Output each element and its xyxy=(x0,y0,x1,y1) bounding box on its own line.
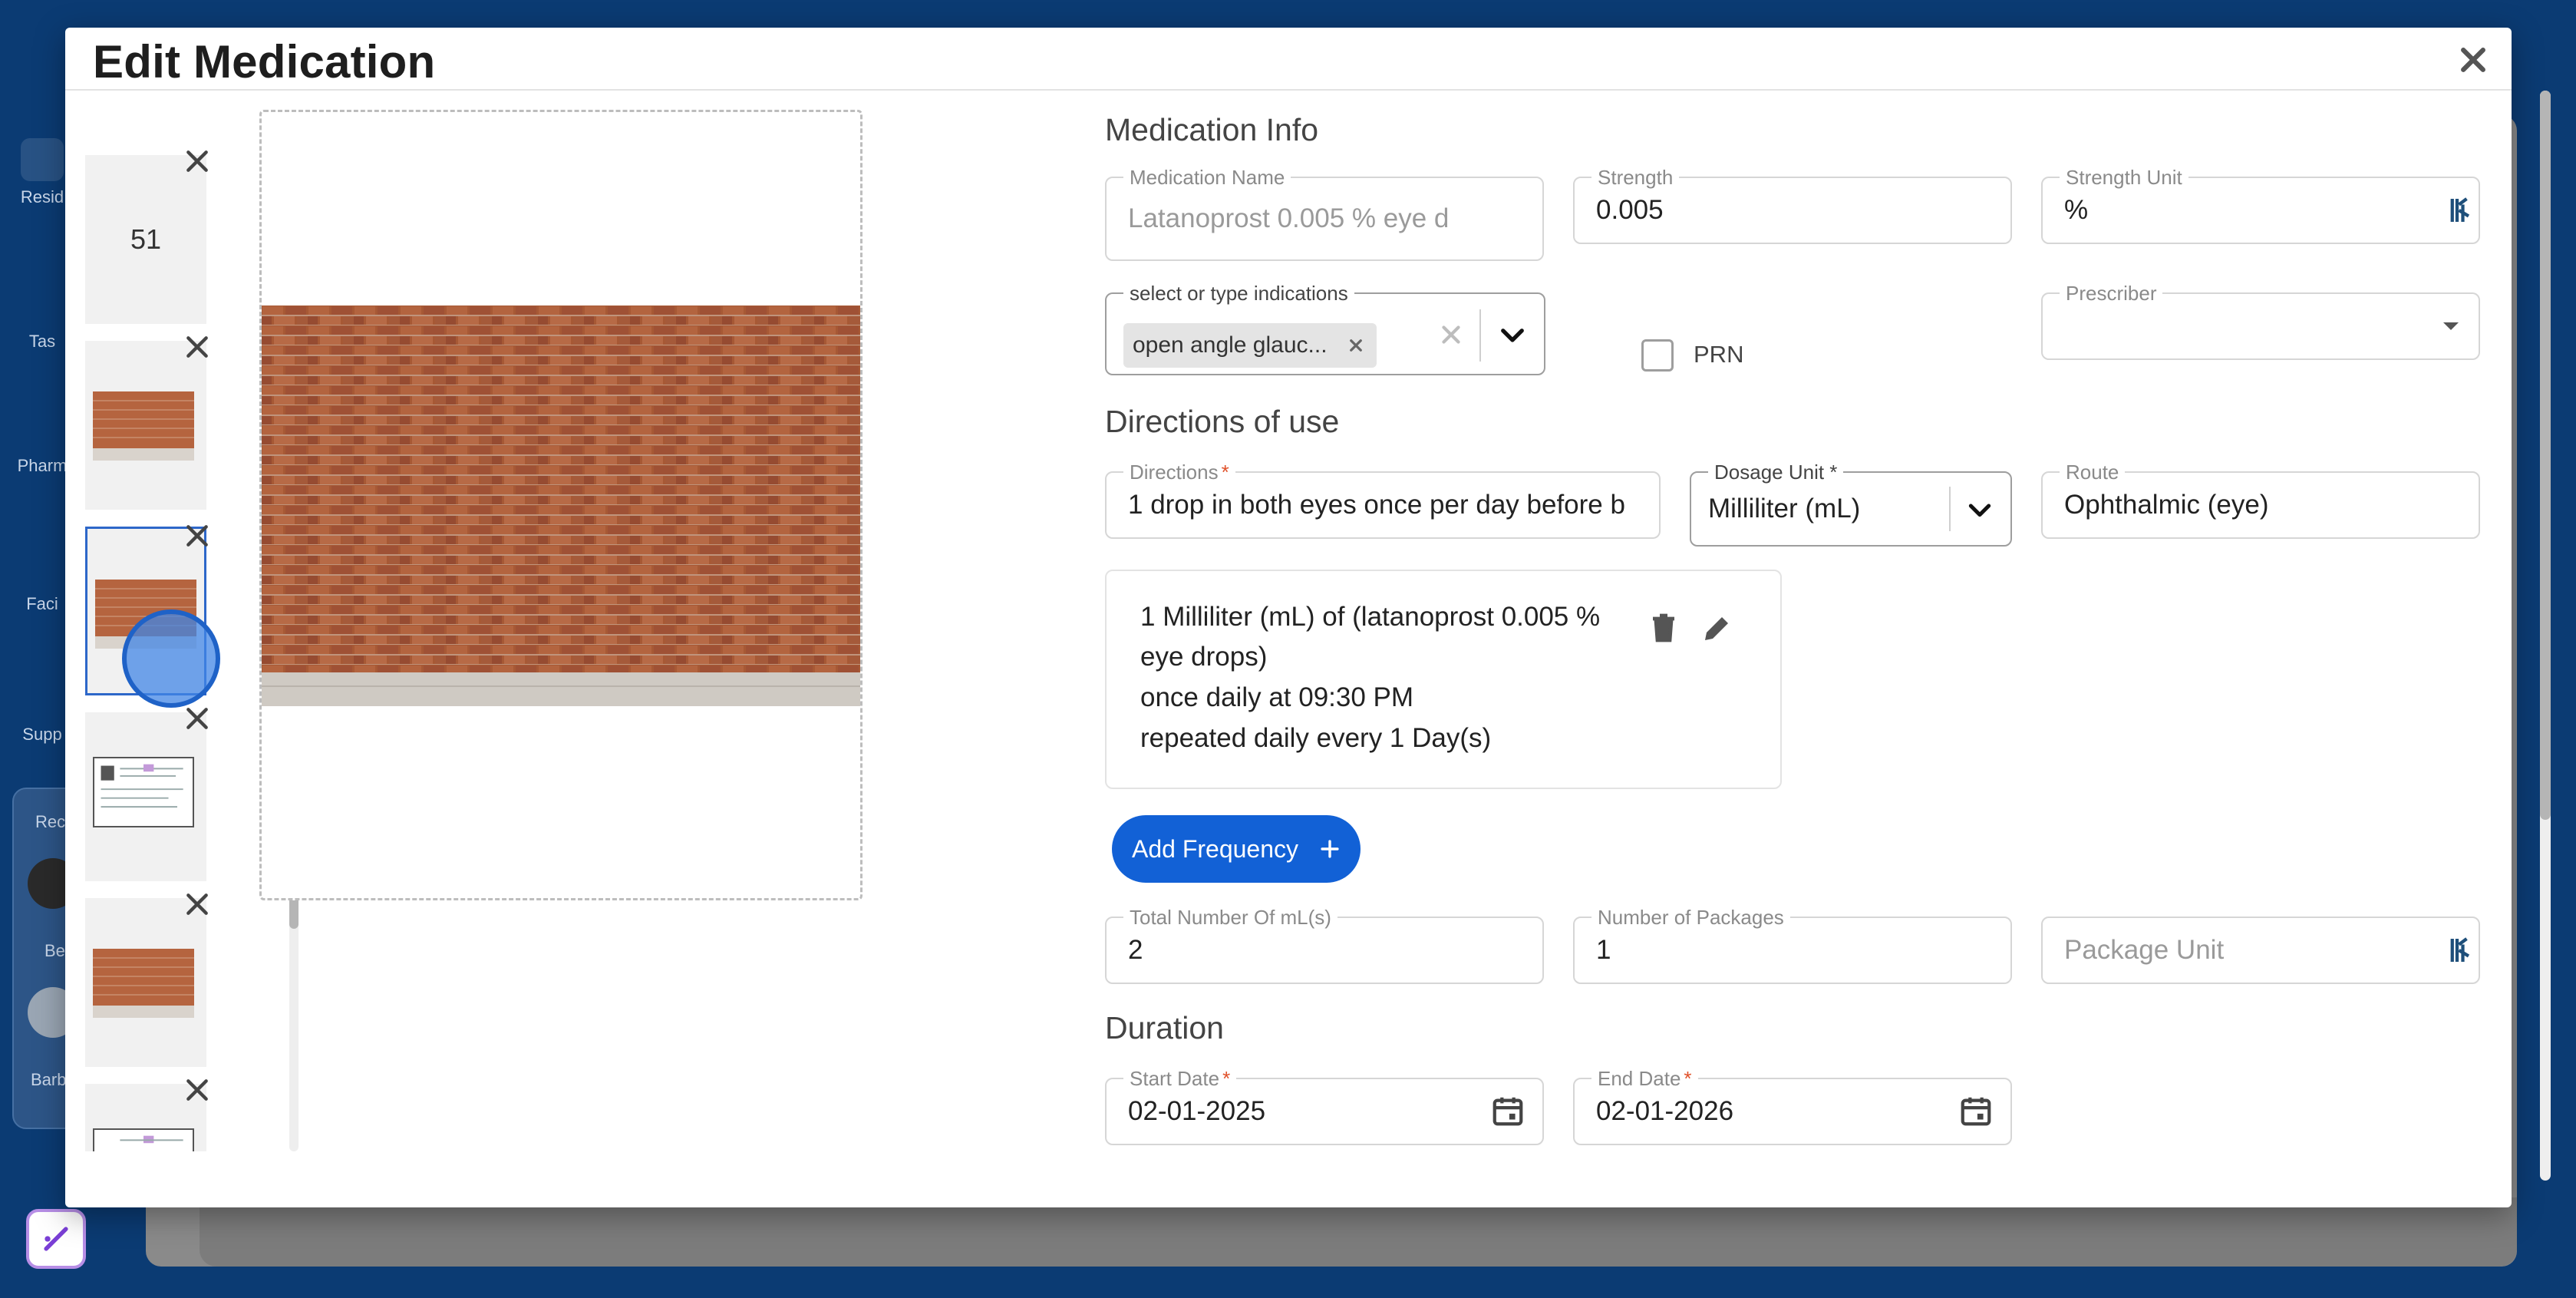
strength-field[interactable]: Strength 0.005 xyxy=(1573,166,2012,244)
calendar-icon[interactable] xyxy=(1490,1093,1525,1128)
add-frequency-button[interactable]: Add Frequency xyxy=(1112,815,1361,883)
nav-item-residents[interactable]: Resid xyxy=(15,138,69,207)
thumbnail-item[interactable] xyxy=(85,898,206,1067)
section-title-directions: Directions of use xyxy=(1105,404,1340,439)
package-unit-field[interactable]: Package Unit xyxy=(2041,917,2480,984)
dialog-header: Edit Medication xyxy=(65,28,2512,91)
barcode-icon[interactable] xyxy=(2449,195,2472,226)
prn-label: PRN xyxy=(1694,341,1744,368)
remove-thumbnail-icon[interactable] xyxy=(182,332,213,362)
section-title-medication-info: Medication Info xyxy=(1105,112,1319,147)
document-thumbnail-image xyxy=(93,1128,194,1151)
remove-thumbnail-icon[interactable] xyxy=(182,1075,213,1105)
brick-wall-thumbnail-image xyxy=(93,949,194,1018)
directions-field[interactable]: Directions * 1 drop in both eyes once per… xyxy=(1105,461,1661,539)
remove-thumbnail-icon[interactable] xyxy=(182,889,213,920)
number-of-packages-field[interactable]: Number of Packages 1 xyxy=(1573,906,2012,984)
medication-name-field[interactable]: Medication Name Latanoprost 0.005 % eye … xyxy=(1105,166,1544,261)
calendar-icon[interactable] xyxy=(1958,1093,1994,1128)
section-title-duration: Duration xyxy=(1105,1010,1224,1045)
remove-thumbnail-icon[interactable] xyxy=(182,146,213,177)
chevron-down-icon[interactable] xyxy=(1964,494,1995,525)
prescriber-select[interactable]: Prescriber xyxy=(2041,282,2480,360)
close-icon[interactable] xyxy=(2456,43,2490,77)
chip-remove-icon[interactable] xyxy=(1344,334,1367,357)
edit-medication-dialog: Edit Medication 51 Medication Info Medic… xyxy=(65,28,2551,1207)
pencil-icon[interactable] xyxy=(1699,609,1736,646)
nav-item-support[interactable]: Supp xyxy=(15,675,69,745)
gear-icon xyxy=(21,407,64,450)
screen: Resid Tas Pharm Faci Supp Rec Be Barb Ed… xyxy=(0,0,2576,1298)
start-date-field[interactable]: Start Date * 02-01-2025 xyxy=(1105,1067,1544,1145)
background-panel-footer xyxy=(200,1197,2517,1267)
thumbnail-item[interactable]: 51 xyxy=(85,155,206,324)
caret-down-icon[interactable] xyxy=(2436,311,2466,342)
indications-select[interactable]: select or type indications open angle gl… xyxy=(1105,282,1545,375)
pen-icon xyxy=(44,1227,68,1251)
remove-thumbnail-icon[interactable] xyxy=(182,520,213,551)
nav-item-tasks[interactable]: Tas xyxy=(15,282,69,352)
check-icon xyxy=(21,282,64,325)
thumbnail-item[interactable] xyxy=(85,341,206,510)
indication-chip: open angle glauc... xyxy=(1123,323,1377,368)
thumbnail-item[interactable] xyxy=(85,712,206,881)
app-launcher-button[interactable] xyxy=(26,1209,86,1269)
person-icon xyxy=(21,138,64,181)
frequency-card: 1 Milliliter (mL) of (latanoprost 0.005 … xyxy=(1105,570,1782,789)
strength-unit-field[interactable]: Strength Unit % xyxy=(2041,166,2480,244)
brick-wall-thumbnail-image xyxy=(93,391,194,461)
barcode-icon[interactable] xyxy=(2449,935,2472,966)
prn-checkbox[interactable] xyxy=(1641,339,1674,372)
route-field[interactable]: Route Ophthalmic (eye) xyxy=(2041,461,2480,539)
nav-item-facilities[interactable]: Faci xyxy=(15,545,69,614)
chevron-down-icon[interactable] xyxy=(1496,319,1529,351)
dialog-title: Edit Medication xyxy=(93,36,436,88)
end-date-field[interactable]: End Date * 02-01-2026 xyxy=(1573,1067,2012,1145)
nav-item-pharmacy[interactable]: Pharm xyxy=(15,407,69,476)
image-preview xyxy=(259,110,863,900)
clear-icon[interactable] xyxy=(1436,320,1466,349)
remove-thumbnail-icon[interactable] xyxy=(182,703,213,734)
trash-icon[interactable] xyxy=(1645,609,1682,646)
divider xyxy=(1949,487,1951,531)
home-plus-icon xyxy=(21,545,64,588)
form-scrollbar[interactable] xyxy=(2540,91,2551,1181)
plus-icon xyxy=(1321,840,1339,858)
dosage-unit-select[interactable]: Dosage Unit * Milliliter (mL) xyxy=(1690,461,2012,547)
help-icon xyxy=(21,675,64,718)
total-number-field[interactable]: Total Number Of mL(s) 2 xyxy=(1105,906,1544,984)
brick-wall-preview-image xyxy=(262,306,860,706)
document-thumbnail-image xyxy=(93,757,194,827)
divider xyxy=(1479,309,1481,362)
drag-handle[interactable] xyxy=(122,609,220,708)
